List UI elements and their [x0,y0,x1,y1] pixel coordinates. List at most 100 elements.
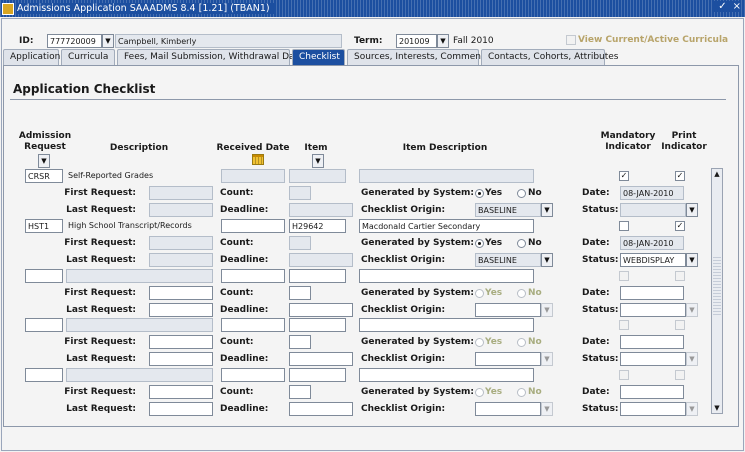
generated-yes-radio[interactable] [475,338,484,347]
scroll-down-icon[interactable]: ▼ [712,403,722,413]
first-request-field[interactable] [149,385,213,399]
checklist-origin-dropdown[interactable]: ▼ [541,303,553,317]
admission-request-field[interactable]: CRSR [25,169,63,183]
last-request-field[interactable] [149,253,213,267]
count-field[interactable] [289,236,311,250]
admission-request-field[interactable] [25,368,63,382]
received-date-field[interactable] [221,269,285,283]
print-indicator-checkbox[interactable]: ✓ [675,171,685,181]
status-field[interactable] [620,352,686,366]
print-indicator-checkbox[interactable] [675,370,685,380]
checklist-origin-field[interactable]: BASELINE [475,203,541,217]
term-field[interactable]: 201009 [396,34,437,48]
status-dropdown[interactable]: ▼ [686,303,698,317]
generated-no-radio[interactable] [517,189,526,198]
generated-no-radio[interactable] [517,289,526,298]
date-field[interactable]: 08-JAN-2010 [620,186,684,200]
status-field[interactable] [620,203,686,217]
status-dropdown[interactable]: ▼ [686,253,698,267]
item-field[interactable] [289,169,346,183]
tab-contacts-cohorts-attributes[interactable]: Contacts, Cohorts, Attributes [481,49,619,65]
checklist-origin-dropdown[interactable]: ▼ [541,203,553,217]
received-date-field[interactable] [221,318,285,332]
generated-yes-radio[interactable] [475,189,484,198]
close-icon[interactable]: × [733,1,741,12]
item-description-field[interactable] [359,169,534,183]
count-field[interactable] [289,186,311,200]
first-request-field[interactable] [149,186,213,200]
deadline-field[interactable] [289,352,353,366]
date-field[interactable]: 08-JAN-2010 [620,236,684,250]
received-date-field[interactable] [221,368,285,382]
mandatory-indicator-checkbox[interactable] [619,370,629,380]
status-field[interactable] [620,303,686,317]
count-field[interactable] [289,385,311,399]
status-dropdown[interactable]: ▼ [686,352,698,366]
generated-no-radio[interactable] [517,388,526,397]
status-field[interactable] [620,402,686,416]
view-curricula-checkbox[interactable] [566,35,576,45]
deadline-field[interactable] [289,303,353,317]
tab-fees-mail-withdrawal[interactable]: Fees, Mail Submission, Withdrawal Data [117,49,304,65]
count-field[interactable] [289,286,311,300]
term-lookup-dropdown[interactable]: ▼ [437,34,449,48]
date-field[interactable] [620,335,684,349]
generated-yes-radio[interactable] [475,289,484,298]
generated-no-radio[interactable] [517,239,526,248]
first-request-field[interactable] [149,335,213,349]
item-field[interactable]: H29642 [289,219,346,233]
id-lookup-dropdown[interactable]: ▼ [102,34,114,48]
scroll-thumb[interactable] [713,255,721,315]
checklist-origin-field[interactable] [475,303,541,317]
checklist-origin-field[interactable] [475,352,541,366]
admission-request-field[interactable] [25,318,63,332]
mandatory-indicator-checkbox[interactable] [619,271,629,281]
mandatory-indicator-checkbox[interactable] [619,320,629,330]
tab-application[interactable]: Application [3,49,60,65]
first-request-field[interactable] [149,236,213,250]
item-lookup[interactable]: ▼ [312,154,324,168]
item-field[interactable] [289,368,346,382]
first-request-field[interactable] [149,286,213,300]
count-field[interactable] [289,335,311,349]
status-dropdown[interactable]: ▼ [686,402,698,416]
admission-request-lookup[interactable]: ▼ [38,154,50,168]
maximize-icon[interactable]: ✓ [718,1,726,12]
item-description-field[interactable] [359,269,534,283]
mandatory-indicator-checkbox[interactable]: ✓ [619,171,629,181]
last-request-field[interactable] [149,352,213,366]
print-indicator-checkbox[interactable]: ✓ [675,221,685,231]
mandatory-indicator-checkbox[interactable] [619,221,629,231]
date-field[interactable] [620,385,684,399]
item-description-field[interactable] [359,318,534,332]
checklist-origin-dropdown[interactable]: ▼ [541,352,553,366]
deadline-field[interactable] [289,203,353,217]
item-field[interactable] [289,269,346,283]
admission-request-field[interactable]: HST1 [25,219,63,233]
last-request-field[interactable] [149,402,213,416]
generated-no-radio[interactable] [517,338,526,347]
deadline-field[interactable] [289,402,353,416]
checklist-origin-field[interactable]: BASELINE [475,253,541,267]
admission-request-field[interactable] [25,269,63,283]
received-date-field[interactable] [221,169,285,183]
records-scrollbar[interactable]: ▲ ▼ [711,168,723,414]
generated-yes-radio[interactable] [475,388,484,397]
last-request-field[interactable] [149,203,213,217]
item-field[interactable] [289,318,346,332]
checklist-origin-field[interactable] [475,402,541,416]
calendar-icon[interactable] [252,154,264,165]
status-field[interactable]: WEBDISPLAY [620,253,686,267]
status-dropdown[interactable]: ▼ [686,203,698,217]
date-field[interactable] [620,286,684,300]
generated-yes-radio[interactable] [475,239,484,248]
checklist-origin-dropdown[interactable]: ▼ [541,253,553,267]
tab-curricula[interactable]: Curricula [61,49,115,65]
print-indicator-checkbox[interactable] [675,320,685,330]
print-indicator-checkbox[interactable] [675,271,685,281]
item-description-field[interactable]: Macdonald Cartier Secondary [359,219,534,233]
deadline-field[interactable] [289,253,353,267]
item-description-field[interactable] [359,368,534,382]
last-request-field[interactable] [149,303,213,317]
tab-checklist[interactable]: Checklist [292,49,345,65]
